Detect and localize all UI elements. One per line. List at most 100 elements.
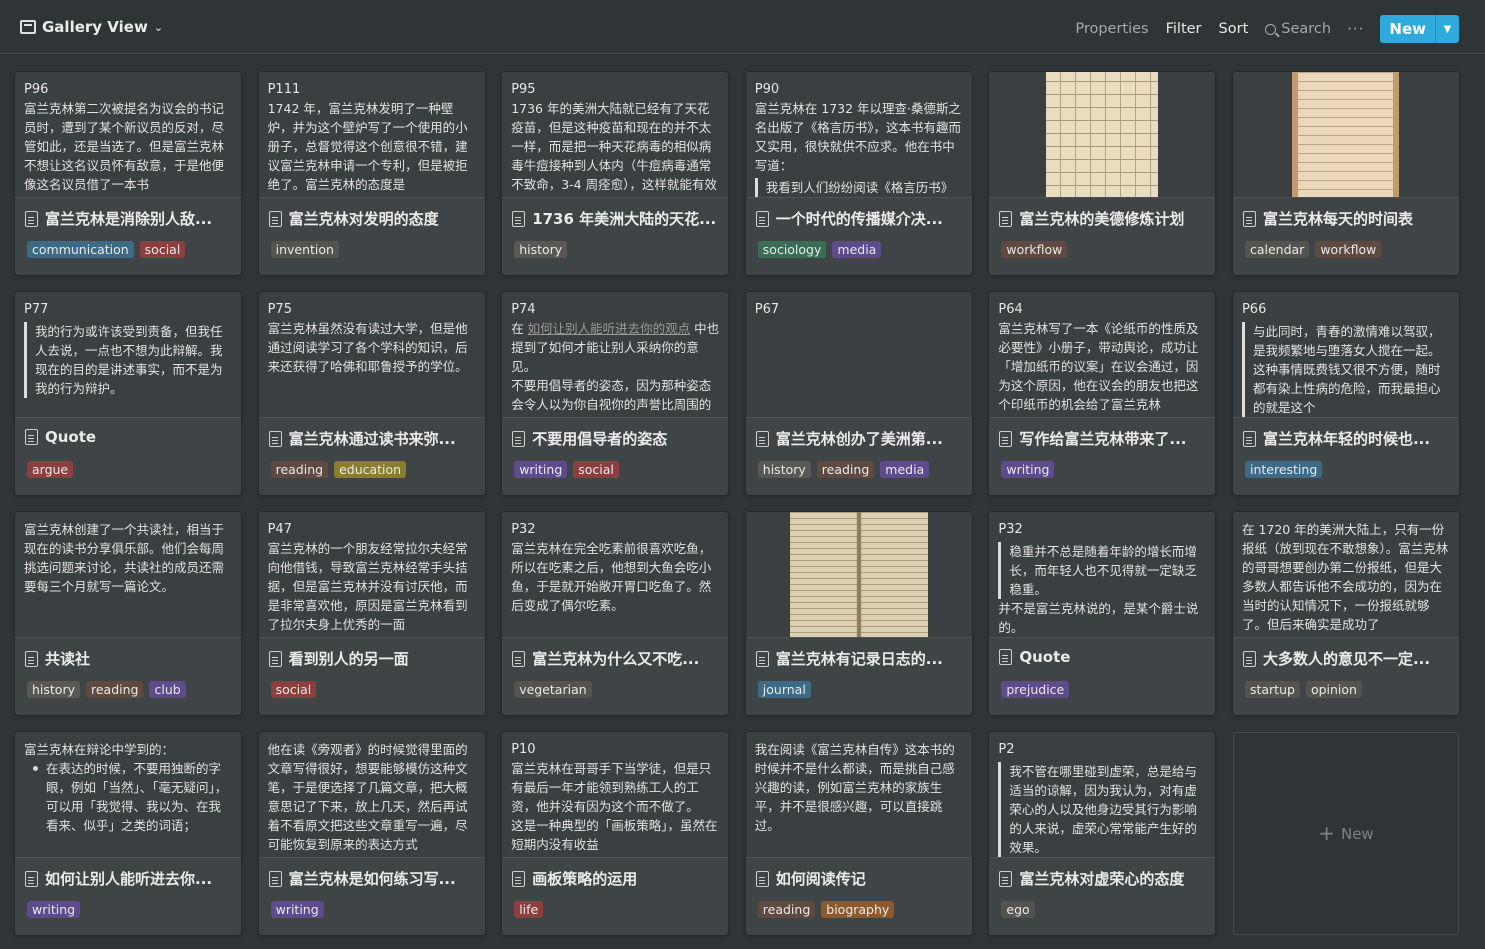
card-title: 一个时代的传播媒介决...	[775, 210, 943, 228]
card-tags: writing	[1001, 461, 1055, 478]
page-icon	[755, 430, 769, 447]
new-dropdown-chevron-icon[interactable]: ▼	[1435, 15, 1459, 43]
gallery-card[interactable]: 富兰克林每天的时间表 calendar workflow	[1232, 72, 1459, 275]
gallery-card[interactable]: 富兰克林的美德修炼计划 workflow	[989, 72, 1216, 275]
gallery-card[interactable]: P2 我不管在哪里碰到虚荣，总是给与适当的谅解，因为我认为，对有虚荣心的人以及他身…	[989, 732, 1216, 935]
page-number: P10	[511, 742, 536, 757]
card-title: 如何阅读传记	[775, 870, 866, 888]
tag-history: history	[757, 461, 811, 478]
card-tags: communication social	[27, 241, 186, 258]
page-icon	[268, 430, 282, 447]
page-number: P111	[267, 82, 301, 97]
gallery-card[interactable]: 他在读《旁观者》的时候觉得里面的文章写得很好，想要能够模仿这种文笔，于是便选择了…	[258, 732, 485, 935]
chevron-down-icon: ⌄	[153, 20, 164, 34]
card-preview: P90 富兰克林在 1732 年以理查·桑德斯之名出版了《格言历书》，这本书有趣而…	[745, 72, 972, 198]
filter-button[interactable]: Filter	[1166, 21, 1202, 37]
properties-button[interactable]: Properties	[1075, 21, 1148, 37]
card-title: 共读社	[45, 650, 91, 668]
page-icon	[25, 870, 38, 887]
card-preview: 富兰克林创建了一个共读社，相当于现在的读书分享俱乐部。他们会每周挑选问题来讨论，…	[15, 512, 241, 638]
card-tags: life	[514, 901, 544, 918]
card-preview: P2 我不管在哪里碰到虚荣，总是给与适当的谅解，因为我认为，对有虚荣心的人以及他身…	[989, 732, 1216, 858]
card-title: 大多数人的意见不一定...	[1262, 650, 1431, 668]
tag-startup: startup	[1244, 681, 1300, 698]
page-icon	[512, 430, 526, 447]
page-icon	[1242, 210, 1256, 227]
preview-text: 富兰克林在哥哥手下当学徒，但是只有最后一年才能领到熟练工人的工资，他并没有因为这…	[511, 761, 712, 814]
tag-calendar: calendar	[1244, 241, 1310, 258]
gallery-card[interactable]: P95 1736 年的美洲大陆就已经有了天花疫苗，但是这种疫苗和现在的并不太一样，…	[502, 72, 729, 275]
page-number: P74	[511, 302, 536, 317]
card-title-row: Quote	[999, 648, 1205, 666]
card-image-preview	[1232, 72, 1459, 198]
gallery-card[interactable]: P77 我的行为或许该受到责备，但我任人去说，一点也不想为此辩解。我现在的目的是讲…	[15, 292, 241, 495]
gallery-icon	[20, 20, 36, 34]
gallery-card[interactable]: P64 富兰克林写了一本《论纸币的性质及必要性》小册子，带动舆论，成功让「增加纸币…	[989, 292, 1216, 495]
tag-prejudice: prejudice	[1001, 681, 1070, 698]
card-preview: P32 稳重并不总是随着年龄的增长而增长，而年轻人也不见得就一定缺乏稳重。 并不是富…	[989, 512, 1216, 638]
gallery-card[interactable]: 富兰克林创建了一个共读社，相当于现在的读书分享俱乐部。他们会每周挑选问题来讨论，…	[15, 512, 241, 715]
gallery-card[interactable]: P111 1742 年，富兰克林发明了一种壁炉，并为这个壁炉写了一个使用的小册子，…	[258, 72, 485, 275]
document-scan-image	[1046, 72, 1159, 197]
tag-workflow: workflow	[1315, 241, 1382, 258]
page-icon	[999, 210, 1013, 227]
card-image-preview	[745, 512, 972, 638]
preview-bullet: 在表达的时候，不要用独断的字眼，例如「当然」、「毫无疑问」，可以用「我觉得、我以…	[24, 759, 232, 835]
preview-text: 他在读《旁观者》的时候觉得里面的文章写得很好，想要能够模仿这种文笔，于是便选择了…	[267, 742, 468, 852]
search-label: Search	[1281, 21, 1332, 37]
preview-link[interactable]: 如何让别人能听进去你的观点	[528, 321, 691, 336]
gallery-card[interactable]: P10 富兰克林在哥哥手下当学徒，但是只有最后一年才能领到熟练工人的工资，他并没有…	[502, 732, 729, 935]
add-new-card-button[interactable]: + New	[1232, 732, 1459, 935]
page-icon	[755, 870, 769, 887]
gallery-card[interactable]: P66 与此同时，青春的激情难以驾驭，是我频繁地与堕落女人搅在一起。这种事情既费钱…	[1232, 292, 1459, 495]
tag-ego: ego	[1001, 901, 1035, 918]
gallery-card[interactable]: 在 1720 年的美洲大陆上，只有一份报纸（放到现在不敢想象）。富兰克林的哥哥想…	[1232, 512, 1459, 715]
tag-club: club	[149, 681, 186, 698]
page-icon	[755, 210, 769, 227]
page-icon	[999, 430, 1013, 447]
tag-communication: communication	[27, 241, 134, 258]
tag-reading: reading	[816, 461, 875, 478]
tag-writing: writing	[514, 461, 568, 478]
tag-media: media	[880, 461, 930, 478]
view-switcher[interactable]: Gallery View ⌄	[20, 18, 163, 36]
card-preview: 在 1720 年的美洲大陆上，只有一份报纸（放到现在不敢想象）。富兰克林的哥哥想…	[1232, 512, 1459, 638]
search-icon	[1265, 23, 1277, 35]
card-image-preview	[989, 72, 1216, 198]
gallery-card[interactable]: P47 富兰克林的一个朋友经常拉尔夫经常向他借钱，导致富兰克林经常手头拮据，但是富…	[258, 512, 485, 715]
page-number: P32	[998, 522, 1023, 537]
tag-reading: reading	[757, 901, 816, 918]
gallery-card[interactable]: 富兰克林在辩论中学到的： 在表达的时候，不要用独断的字眼，例如「当然」、「毫无疑问…	[15, 732, 241, 935]
gallery-card[interactable]: P74 在 如何让别人能听进去你的观点 中也提到了如何才能让别人采纳你的意见。 不要…	[502, 292, 729, 495]
card-title: 富兰克林对发明的态度	[288, 210, 439, 228]
gallery-card[interactable]: P75 富兰克林虽然没有读过大学，但是他通过阅读学习了各个学科的知识，后来还获得了…	[258, 292, 485, 495]
card-preview: P96 富兰克林第二次被提名为议会的书记员时，遭到了某个新议员的反对，尽管如此，还…	[15, 72, 241, 198]
card-title-row: 共读社	[25, 648, 231, 669]
gallery-card[interactable]: 富兰克林有记录日志的... journal	[745, 512, 972, 715]
sort-button[interactable]: Sort	[1219, 21, 1249, 37]
card-title-row: 写作给富兰克林带来了...	[999, 428, 1205, 449]
preview-quote: 我的行为或许该受到责备，但我任人去说，一点也不想为此辩解。我现在的目的是讲述事实…	[24, 322, 232, 398]
more-options-button[interactable]: ···	[1347, 20, 1364, 38]
card-title-row: 富兰克林是消除别人敌...	[25, 208, 231, 229]
gallery-card[interactable]: P96 富兰克林第二次被提名为议会的书记员时，遭到了某个新议员的反对，尽管如此，还…	[15, 72, 241, 275]
new-button[interactable]: New	[1380, 15, 1435, 43]
gallery-card[interactable]: P32 稳重并不总是随着年龄的增长而增长，而年轻人也不见得就一定缺乏稳重。 并不是富…	[989, 512, 1216, 715]
page-icon	[25, 650, 38, 667]
gallery-card[interactable]: 我在阅读《富兰克林自传》这本书的时候并不是什么都读，而是挑自己感兴趣的读，例如富…	[745, 732, 972, 935]
page-icon	[512, 210, 526, 227]
tag-vegetarian: vegetarian	[514, 681, 592, 698]
card-tags: writing	[27, 901, 81, 918]
card-preview: P10 富兰克林在哥哥手下当学徒，但是只有最后一年才能领到熟练工人的工资，他并没有…	[502, 732, 729, 858]
card-title: 看到别人的另一面	[288, 650, 409, 668]
gallery-card[interactable]: P67 富兰克林创办了美洲第... history reading media	[745, 292, 972, 495]
page-number: P90	[754, 82, 780, 97]
gallery-card[interactable]: P90 富兰克林在 1732 年以理查·桑德斯之名出版了《格言历书》，这本书有趣而…	[745, 72, 972, 275]
card-title-row: 看到别人的另一面	[268, 648, 475, 669]
card-title-row: 大多数人的意见不一定...	[1242, 648, 1449, 669]
document-scan-image	[789, 512, 928, 637]
page-number: P66	[1241, 302, 1267, 317]
search-button[interactable]: Search	[1265, 21, 1331, 37]
preview-text: 富兰克林写了一本《论纸币的性质及必要性》小册子，带动舆论，成功让「增加纸币的议案…	[998, 321, 1199, 412]
gallery-card[interactable]: P32 富兰克林在完全吃素前很喜欢吃鱼，所以在吃素之后，他想到大鱼会吃小鱼，于是就…	[502, 512, 729, 715]
